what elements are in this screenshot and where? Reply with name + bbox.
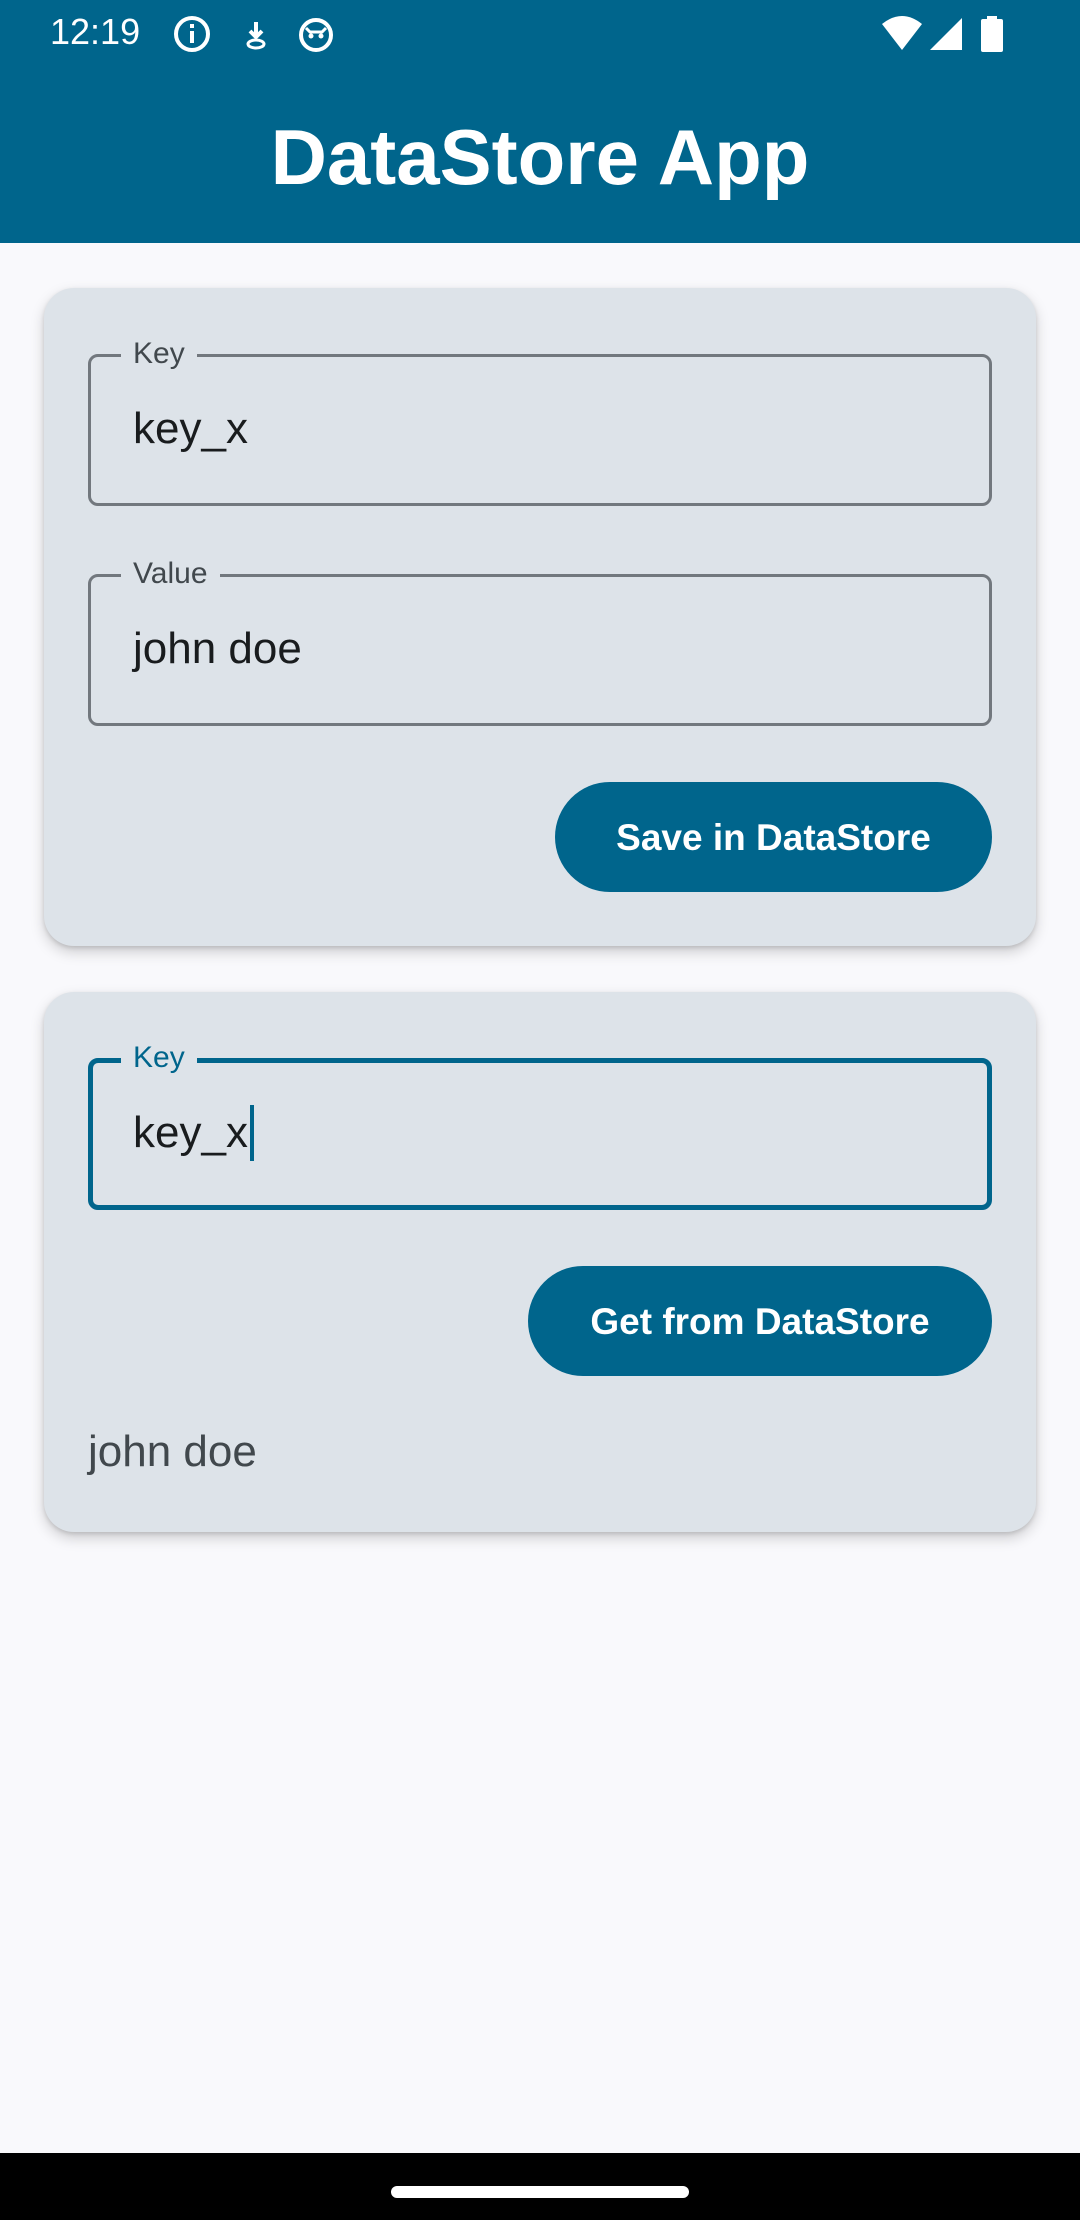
save-button[interactable]: Save in DataStore xyxy=(555,782,992,892)
get-button[interactable]: Get from DataStore xyxy=(528,1266,992,1376)
result-text: john doe xyxy=(88,1427,257,1476)
save-key-field[interactable]: Key key_x xyxy=(88,336,992,506)
android-debug-icon xyxy=(296,14,336,54)
app-bar: 12:19 DataStore App xyxy=(0,0,1080,243)
get-key-value: key_x xyxy=(133,1108,248,1157)
navigation-bar xyxy=(0,2153,1080,2220)
save-value-value: john doe xyxy=(133,624,302,673)
page-title: DataStore App xyxy=(270,113,810,201)
download-icon xyxy=(236,14,276,54)
save-key-value: key_x xyxy=(133,404,248,453)
get-key-label: Key xyxy=(121,1040,197,1076)
info-icon xyxy=(172,14,212,54)
get-key-value-wrapper: key_x xyxy=(133,1105,254,1161)
status-bar: 12:19 xyxy=(0,0,1080,66)
save-key-label: Key xyxy=(121,336,197,372)
save-card: Key key_x Value john doe Save in DataSto… xyxy=(44,288,1036,946)
save-value-label: Value xyxy=(121,556,220,592)
battery-icon xyxy=(978,14,1006,54)
save-value-field[interactable]: Value john doe xyxy=(88,556,992,726)
wifi-icon xyxy=(880,14,924,54)
get-card: Key key_x Get from DataStore john doe xyxy=(44,992,1036,1532)
get-key-field[interactable]: Key key_x xyxy=(88,1040,992,1210)
home-gesture-handle[interactable] xyxy=(391,2186,689,2198)
text-cursor xyxy=(249,1105,254,1161)
cell-signal-icon xyxy=(928,14,964,54)
status-time: 12:19 xyxy=(50,11,141,52)
